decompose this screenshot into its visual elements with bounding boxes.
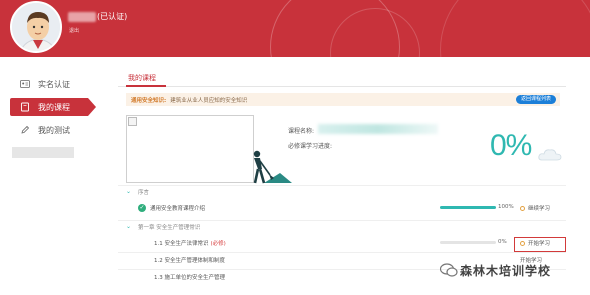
sidebar-item-my-courses[interactable]: 我的课程 — [10, 98, 96, 116]
divider — [118, 185, 566, 186]
notice-text: 建筑业从业人员应知的安全知识 — [170, 97, 248, 104]
chevron-down-icon[interactable]: ⌄ — [126, 188, 131, 195]
divider — [118, 252, 566, 253]
chevron-down-icon[interactable]: ⌄ — [126, 223, 131, 230]
lesson-title: 1.1 安全生产法律常识 (必修) — [154, 239, 226, 247]
lesson-progress-bar — [440, 241, 496, 244]
highlight-box — [514, 237, 566, 252]
sidebar-item-verification[interactable]: 实名认证 — [10, 75, 88, 93]
required-badge: (必修) — [210, 241, 226, 247]
avatar[interactable] — [10, 1, 62, 53]
required-progress-percent: 0% — [490, 129, 532, 162]
chapter-row[interactable]: ⌄ 第一章 安全生产管理常识 — [118, 223, 566, 234]
course-name-label: 课程名称: — [288, 128, 315, 135]
sidebar-item-my-tests[interactable]: 我的测试 — [10, 121, 88, 139]
top-header: (已认证) 退出 — [0, 0, 590, 130]
progress-fill — [440, 206, 496, 209]
sidebar-item-label: 我的测试 — [38, 125, 70, 135]
pencil-icon — [21, 125, 30, 134]
tab-active-indicator — [126, 85, 166, 87]
divider — [118, 220, 566, 221]
lesson-title-text: 1.1 安全生产法律常识 — [154, 241, 209, 247]
worker-shovel-icon — [253, 150, 292, 184]
notice-title: 通用安全知识: — [131, 97, 167, 104]
chapter-title: 第一章 安全生产管理常识 — [138, 225, 201, 231]
construction-worker-illustration — [246, 149, 292, 189]
course-thumbnail — [126, 115, 254, 183]
wechat-logo-icon — [439, 263, 458, 277]
wechat-icon — [439, 262, 458, 277]
logout-link[interactable]: 退出 — [69, 27, 79, 34]
tab-my-courses[interactable]: 我的课程 — [128, 73, 156, 83]
lesson-percent: 0% — [498, 239, 507, 245]
sidebar: 实名认证 我的课程 我的测试 — [0, 57, 96, 295]
lesson-percent: 100% — [498, 204, 514, 210]
circle-icon — [520, 206, 525, 211]
user-avatar-icon — [12, 3, 60, 51]
sidebar-item-label: 实名认证 — [38, 79, 70, 89]
watermark-text: 森林木培训学校 — [460, 264, 552, 278]
broken-image-icon — [128, 117, 137, 126]
cloud-icon — [538, 149, 562, 161]
lesson-title: 通用安全教育课程介绍 — [150, 206, 206, 212]
course-name-redacted — [318, 124, 438, 134]
chapter-title: 序言 — [138, 190, 150, 196]
username-redacted — [68, 12, 96, 22]
tab-divider — [118, 86, 566, 87]
action-label: 继续学习 — [528, 206, 551, 212]
lesson-title: 1.2 安全生产管理体制和制度 — [154, 258, 225, 264]
cloud-decoration — [538, 146, 562, 165]
course-notice-bar: 通用安全知识: 建筑业从业人员应知的安全知识 返回课程列表 — [126, 93, 560, 106]
check-circle-icon: ✓ — [138, 204, 146, 212]
lesson-progress-bar — [440, 206, 496, 209]
continue-study-button[interactable]: 继续学习 — [520, 204, 550, 212]
chapter-row[interactable]: ⌄ 序言 — [118, 188, 566, 199]
id-card-icon — [20, 80, 30, 88]
lesson-row[interactable]: ✓ 通用安全教育课程介绍 100% 继续学习 — [118, 204, 566, 219]
required-progress-label: 必修课学习进度: — [288, 143, 333, 150]
verified-label: (已认证) — [97, 12, 128, 21]
back-to-course-list-button[interactable]: 返回课程列表 — [515, 95, 556, 104]
lesson-title: 1.3 施工单位的安全生产管理 — [154, 275, 225, 281]
sidebar-item-label: 我的课程 — [38, 102, 70, 112]
main-content: 我的课程 通用安全知识: 建筑业从业人员应知的安全知识 返回课程列表 课程名称:… — [118, 57, 566, 295]
book-icon — [21, 102, 29, 112]
redacted-block — [12, 147, 74, 158]
